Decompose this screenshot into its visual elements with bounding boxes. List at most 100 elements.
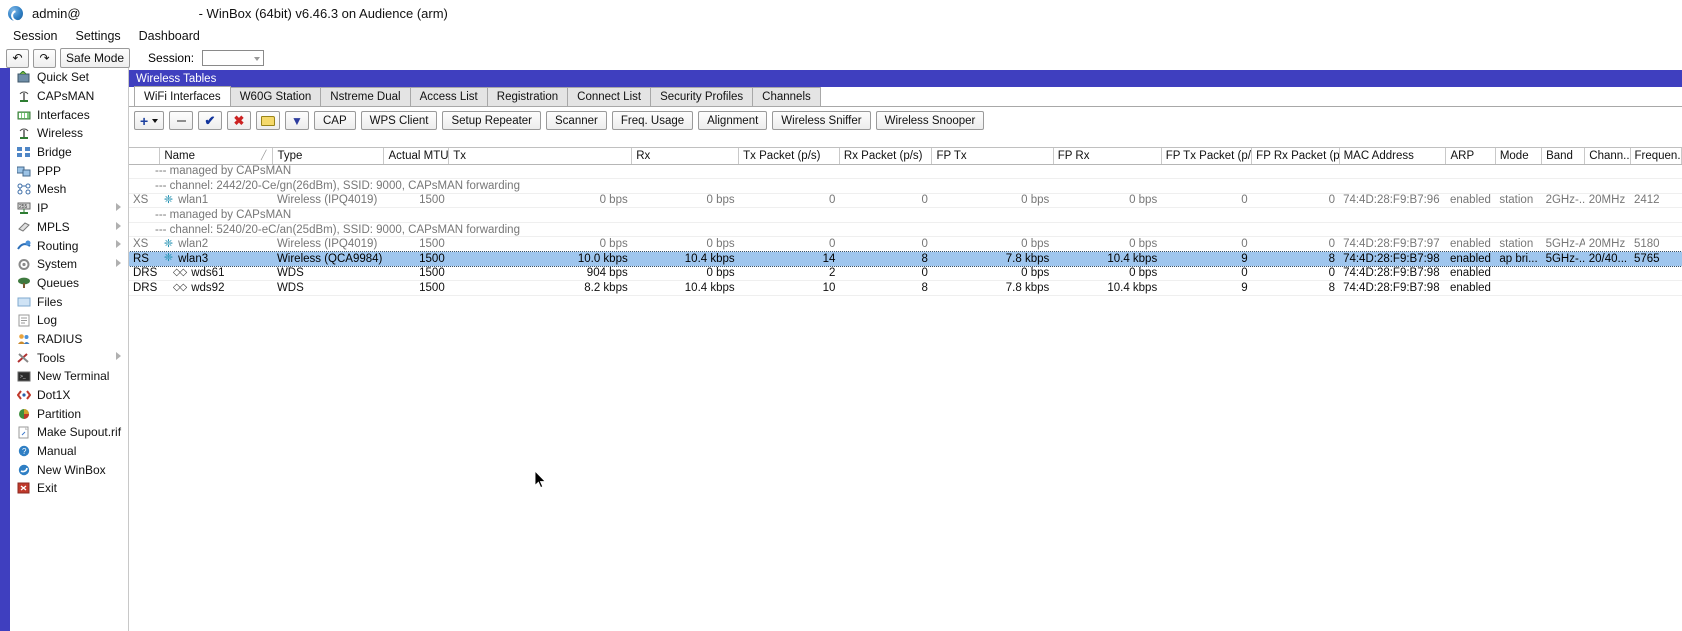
wireless-interface-icon: ❈ — [163, 237, 174, 250]
table-row[interactable]: DRS ◇◇ wds92 WDS 1500 8.2 kbps 10.4 kbps 10 8 7.8… — [129, 280, 1682, 296]
sidebar-item-partition[interactable]: Partition — [0, 404, 128, 423]
sidebar-item-routing[interactable]: Routing — [0, 236, 128, 255]
table-header-fp-tx-packet-p-s[interactable]: FP Tx Packet (p/s) — [1161, 148, 1253, 165]
table-row[interactable]: XS ❈ wlan2 Wireless (IPQ4019) 1500 0 bps 0 bps… — [129, 236, 1682, 253]
sidebar-item-exit[interactable]: Exit — [0, 479, 128, 498]
tab-nstreme-dual[interactable]: Nstreme Dual — [320, 87, 411, 106]
row-cell: 0 — [839, 193, 932, 209]
sidebar-item-quick-set[interactable]: Quick Set — [0, 68, 128, 87]
menu-settings[interactable]: Settings — [66, 28, 129, 44]
safe-mode-button[interactable]: Safe Mode — [60, 48, 131, 68]
table-comment-row[interactable]: --- channel: 5240/20-eC/an(25dBm), SSID:… — [129, 222, 1682, 238]
table-header-tx-packet-p-s[interactable]: Tx Packet (p/s) — [738, 148, 840, 165]
sidebar-item-log[interactable]: Log — [0, 311, 128, 330]
row-cell: station — [1495, 193, 1542, 209]
menu-session[interactable]: Session — [4, 28, 66, 44]
sidebar-item-queues[interactable]: Queues — [0, 274, 128, 293]
table-row[interactable]: RS ❈ wlan3 Wireless (QCA9984) 1500 10.0 kbps 1… — [129, 250, 1682, 268]
mpls-icon — [16, 220, 31, 234]
sidebar-item-capsman[interactable]: CAPsMAN — [0, 87, 128, 106]
sidebar-item-dot1x[interactable]: Dot1X — [0, 386, 128, 405]
scanner-button[interactable]: Scanner — [546, 111, 607, 130]
comment-button[interactable] — [256, 111, 280, 130]
table-row[interactable]: DRS ◇◇ wds61 WDS 1500 904 bps 0 bps 2 0 0 bps 0 bp… — [129, 266, 1682, 282]
row-cell: 8.2 kbps — [448, 280, 632, 296]
sidebar-item-new-terminal[interactable]: >_ New Terminal — [0, 367, 128, 386]
sidebar-item-label: Quick Set — [37, 70, 90, 85]
sidebar-item-make-supout[interactable]: Make Supout.rif — [0, 423, 128, 442]
tab-registration[interactable]: Registration — [486, 87, 569, 106]
tab-connect-list[interactable]: Connect List — [567, 87, 652, 106]
sidebar-item-interfaces[interactable]: Interfaces — [0, 105, 128, 124]
disable-button[interactable]: ✖ — [227, 111, 251, 130]
sidebar-item-wireless[interactable]: Wireless — [0, 124, 128, 143]
wps-client-button[interactable]: WPS Client — [360, 111, 438, 130]
freq-usage-button[interactable]: Freq. Usage — [611, 111, 694, 130]
sidebar-item-radius[interactable]: RADIUS — [0, 330, 128, 349]
remove-button[interactable] — [169, 111, 193, 130]
row-cell: 0 bps — [1053, 266, 1162, 282]
interfaces-table-container[interactable]: Name ╱ Type Actual MTU Tx Rx Tx Packet (p/s) Rx… — [129, 147, 1682, 631]
table-header-band[interactable]: Band — [1541, 148, 1586, 165]
make-supout-icon — [16, 425, 31, 439]
table-header-tx[interactable]: Tx — [448, 148, 633, 165]
table-header-frequen[interactable]: Frequen... — [1630, 148, 1682, 165]
sidebar-item-manual[interactable]: ? Manual — [0, 442, 128, 461]
sidebar-item-label: CAPsMAN — [37, 89, 95, 104]
sidebar-item-bridge[interactable]: Bridge — [0, 143, 128, 162]
table-comment-row[interactable]: --- channel: 2442/20-Ce/gn(26dBm), SSID:… — [129, 178, 1682, 194]
sidebar-item-files[interactable]: Files — [0, 292, 128, 311]
tab-channels[interactable]: Channels — [752, 87, 821, 106]
wireless-snooper-button[interactable]: Wireless Snooper — [875, 111, 985, 130]
sidebar-item-tools[interactable]: Tools — [0, 348, 128, 367]
sidebar-item-system[interactable]: System — [0, 255, 128, 274]
add-button[interactable]: + — [134, 111, 164, 130]
table-header-rx-packet-p-s[interactable]: Rx Packet (p/s) — [839, 148, 933, 165]
sidebar-item-ppp[interactable]: PPP — [0, 161, 128, 180]
wireless-sniffer-button[interactable]: Wireless Sniffer — [772, 111, 871, 130]
table-header-name[interactable]: Name ╱ — [159, 148, 274, 165]
table-comment-row[interactable]: --- managed by CAPsMAN — [129, 164, 1682, 180]
setup-repeater-button[interactable]: Setup Repeater — [442, 111, 542, 130]
table-header-fp-rx[interactable]: FP Rx — [1053, 148, 1162, 165]
filter-button[interactable]: ▼ — [285, 111, 309, 130]
table-header-type[interactable]: Type — [272, 148, 385, 165]
enable-button[interactable]: ✔ — [198, 111, 222, 130]
table-header-flags[interactable] — [129, 148, 161, 165]
tab-access-list[interactable]: Access List — [409, 87, 488, 106]
table-header-fp-rx-packet-p-s[interactable]: FP Rx Packet (p/s) — [1251, 148, 1340, 165]
tab-wifi-interfaces[interactable]: WiFi Interfaces — [134, 86, 231, 106]
dot1x-icon — [16, 388, 31, 402]
row-flags: XS — [129, 236, 160, 253]
alignment-button[interactable]: Alignment — [698, 111, 768, 130]
sidebar-item-label: Files — [37, 294, 63, 309]
table-row[interactable]: XS ❈ wlan1 Wireless (IPQ4019) 1500 0 bps 0 bps… — [129, 193, 1682, 209]
table-header-arp[interactable]: ARP — [1445, 148, 1496, 165]
table-header-mac-address[interactable]: MAC Address — [1339, 148, 1447, 165]
sidebar-item-mpls[interactable]: MPLS — [0, 218, 128, 237]
row-cell: 2GHz-... — [1541, 193, 1585, 209]
sidebar-item-label: New WinBox — [37, 462, 106, 477]
menu-dashboard[interactable]: Dashboard — [130, 28, 209, 44]
wds-interface-icon: ◇◇ — [172, 282, 187, 294]
table-header-mode[interactable]: Mode — [1495, 148, 1543, 165]
row-cell: 0 bps — [931, 193, 1054, 209]
row-name-label: wds61 — [191, 267, 225, 280]
undo-button[interactable]: ↶ — [6, 48, 29, 68]
tab-security-profiles[interactable]: Security Profiles — [650, 87, 754, 106]
sidebar-item-new-winbox[interactable]: New WinBox — [0, 460, 128, 479]
tab-w60g-station[interactable]: W60G Station — [229, 87, 322, 106]
table-comment-row[interactable]: --- managed by CAPsMAN — [129, 207, 1682, 223]
row-cell: 5765 — [1630, 251, 1682, 267]
table-header-chann[interactable]: Chann... — [1584, 148, 1631, 165]
sidebar-item-mesh[interactable]: Mesh — [0, 180, 128, 199]
session-input[interactable] — [202, 50, 265, 66]
sidebar-item-ip[interactable]: 255 IP — [0, 199, 128, 218]
table-header-actual-mtu[interactable]: Actual MTU — [383, 148, 450, 165]
cap-button[interactable]: CAP — [314, 111, 356, 130]
table-header-fp-tx[interactable]: FP Tx — [931, 148, 1054, 165]
redo-button[interactable]: ↷ — [33, 48, 56, 68]
redo-icon: ↷ — [39, 51, 50, 65]
row-cell — [1584, 280, 1630, 296]
table-header-rx[interactable]: Rx — [631, 148, 740, 165]
